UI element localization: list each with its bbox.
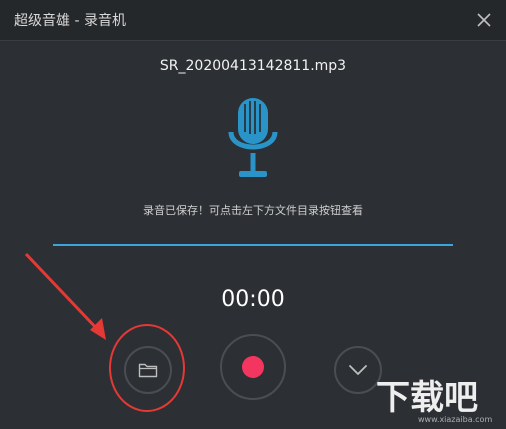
svg-text:www.xiazaiba.com: www.xiazaiba.com xyxy=(418,415,492,424)
window-title: 超级音雄 - 录音机 xyxy=(14,13,126,29)
status-message: 录音已保存！可点击左下方文件目录按钮查看 xyxy=(143,204,363,217)
watermark-logo: 下载吧 www.xiazaiba.com xyxy=(376,378,492,424)
progress-bar xyxy=(53,244,453,246)
record-button[interactable] xyxy=(220,334,286,400)
microphone-icon xyxy=(228,98,278,177)
close-icon xyxy=(477,13,491,27)
svg-text:下载吧: 下载吧 xyxy=(376,378,478,418)
progress-fill xyxy=(53,244,453,246)
record-icon xyxy=(242,356,264,378)
close-button[interactable] xyxy=(472,8,496,32)
recording-filename: SR_20200413142811.mp3 xyxy=(159,58,347,74)
annotation-arrow xyxy=(24,252,106,340)
recorder-window: 超级音雄 - 录音机 SR_20200413142811.mp3 录音已保存！可… xyxy=(0,0,506,429)
annotation-circle xyxy=(109,324,185,412)
title-bar: 超级音雄 - 录音机 xyxy=(0,0,506,41)
chevron-down-icon xyxy=(349,365,367,375)
